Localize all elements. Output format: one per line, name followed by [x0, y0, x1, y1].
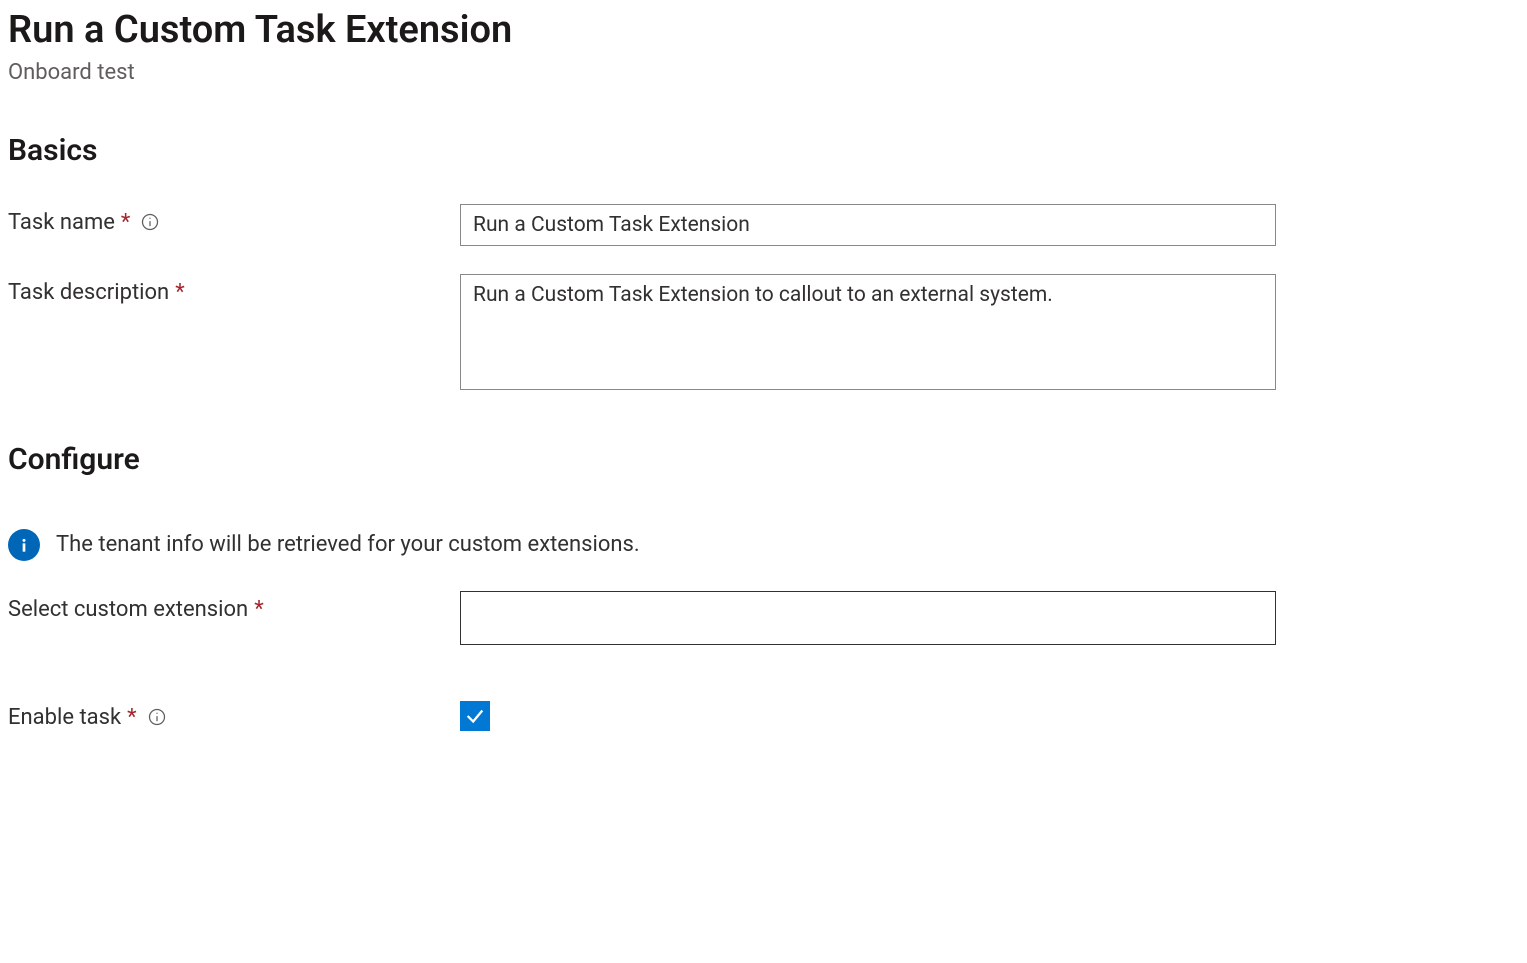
info-icon[interactable] [147, 707, 167, 727]
task-description-input[interactable]: Run a Custom Task Extension to callout t… [460, 274, 1276, 390]
label-task-description-text: Task description [8, 280, 169, 305]
label-task-name-text: Task name [8, 210, 115, 235]
required-indicator: * [254, 597, 263, 622]
required-indicator: * [175, 280, 184, 305]
page-subtitle: Onboard test [8, 60, 1519, 85]
form-row-enable-task: Enable task * [8, 699, 1519, 731]
label-select-extension-text: Select custom extension [8, 597, 248, 622]
page-title: Run a Custom Task Extension [8, 8, 1519, 54]
label-select-extension: Select custom extension * [8, 591, 460, 622]
enable-task-checkbox[interactable] [460, 701, 490, 731]
label-task-description: Task description * [8, 274, 460, 305]
form-row-task-description: Task description * Run a Custom Task Ext… [8, 274, 1519, 394]
section-heading-configure: Configure [8, 442, 1519, 477]
required-indicator: * [121, 210, 130, 235]
label-enable-task-text: Enable task [8, 705, 121, 730]
info-filled-icon [8, 529, 40, 561]
section-heading-basics: Basics [8, 133, 1519, 168]
info-icon[interactable] [140, 212, 160, 232]
task-name-input[interactable] [460, 204, 1276, 246]
label-enable-task: Enable task * [8, 699, 460, 730]
info-banner-text: The tenant info will be retrieved for yo… [56, 532, 640, 557]
form-row-task-name: Task name * [8, 204, 1519, 246]
form-row-select-extension: Select custom extension * [8, 591, 1519, 645]
required-indicator: * [127, 705, 136, 730]
info-banner: The tenant info will be retrieved for yo… [8, 529, 1519, 561]
label-task-name: Task name * [8, 204, 460, 235]
select-custom-extension-input[interactable] [460, 591, 1276, 645]
